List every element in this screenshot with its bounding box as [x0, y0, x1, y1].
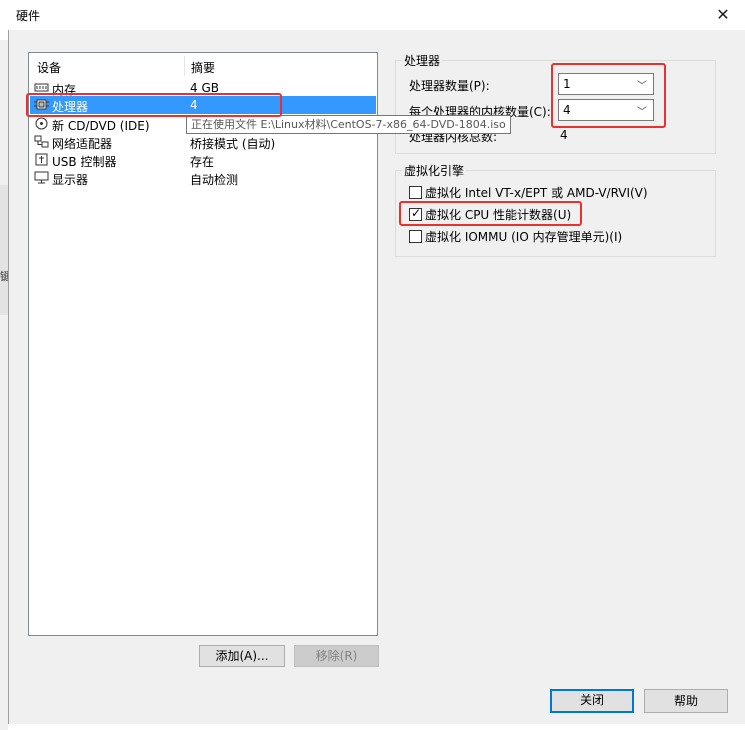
cd-dvd-icon — [35, 117, 48, 130]
device-row-display[interactable]: 显示器 自动检测 — [30, 169, 376, 187]
processor-count-value: 1 — [563, 77, 571, 91]
cores-per-processor-select[interactable]: 4 ﹀ — [558, 99, 654, 121]
processor-group-title: 处理器 — [402, 52, 443, 69]
device-summary: 4 — [190, 98, 198, 112]
device-summary: 自动检测 — [190, 173, 239, 187]
memory-icon — [34, 83, 49, 92]
background-window-strip — [0, 185, 8, 315]
device-name: 新 CD/DVD (IDE) — [52, 119, 150, 133]
virtualize-vtx-label[interactable]: 虚拟化 Intel VT-x/EPT 或 AMD-V/RVI(V) — [425, 184, 648, 201]
total-cores-value: 4 — [560, 128, 568, 142]
chevron-down-icon: ﹀ — [637, 107, 647, 118]
virtualize-iommu-label[interactable]: 虚拟化 IOMMU (IO 内存管理单元)(I) — [425, 228, 622, 245]
dialog-title: 硬件 — [16, 9, 41, 23]
file-path-tooltip: 正在使用文件 E:\Linux材料\CentOS-7-x86_64-DVD-18… — [186, 115, 511, 134]
device-name: 网络适配器 — [52, 137, 113, 151]
checkmark-icon: ✓ — [411, 206, 422, 220]
device-row-memory[interactable]: 内存 4 GB — [30, 79, 376, 97]
chevron-down-icon: ﹀ — [637, 81, 647, 92]
device-name: 处理器 — [52, 100, 89, 114]
device-name: 显示器 — [52, 173, 89, 187]
device-row-usb-controller[interactable]: USB 控制器 存在 — [30, 151, 376, 169]
device-summary: 桥接模式 (自动) — [190, 137, 276, 151]
column-header-summary[interactable]: 摘要 — [191, 59, 215, 76]
close-window-button[interactable]: ✕ — [712, 4, 734, 26]
display-icon — [34, 171, 49, 184]
usb-controller-icon — [35, 153, 48, 166]
column-divider — [184, 56, 185, 76]
processor-count-select[interactable]: 1 ﹀ — [558, 73, 654, 95]
network-adapter-icon — [34, 135, 49, 148]
background-window-edge — [0, 40, 8, 730]
virtualization-group-title: 虚拟化引擎 — [402, 162, 467, 179]
remove-button[interactable]: 移除(R) — [294, 645, 379, 667]
virtualize-iommu-checkbox[interactable] — [409, 230, 422, 243]
cores-per-processor-value: 4 — [563, 103, 571, 117]
column-header-device[interactable]: 设备 — [37, 59, 61, 76]
close-button[interactable]: 关闭 — [550, 689, 634, 713]
device-name: USB 控制器 — [52, 155, 117, 169]
device-row-processor[interactable]: 处理器 4 — [30, 96, 376, 114]
processor-icon — [34, 99, 49, 110]
help-button[interactable]: 帮助 — [644, 689, 728, 713]
virtualize-vtx-checkbox[interactable] — [409, 186, 422, 199]
device-summary: 4 GB — [190, 81, 219, 95]
title-bar — [8, 0, 745, 30]
device-summary: 存在 — [190, 155, 215, 169]
device-row-network-adapter[interactable]: 网络适配器 桥接模式 (自动) — [30, 133, 376, 151]
add-button[interactable]: 添加(A)... — [199, 645, 285, 667]
virtualize-cpu-counters-checkbox[interactable]: ✓ — [409, 206, 422, 221]
processor-count-label: 处理器数量(P): — [409, 79, 490, 93]
virtualize-cpu-counters-label[interactable]: 虚拟化 CPU 性能计数器(U) — [425, 206, 571, 223]
